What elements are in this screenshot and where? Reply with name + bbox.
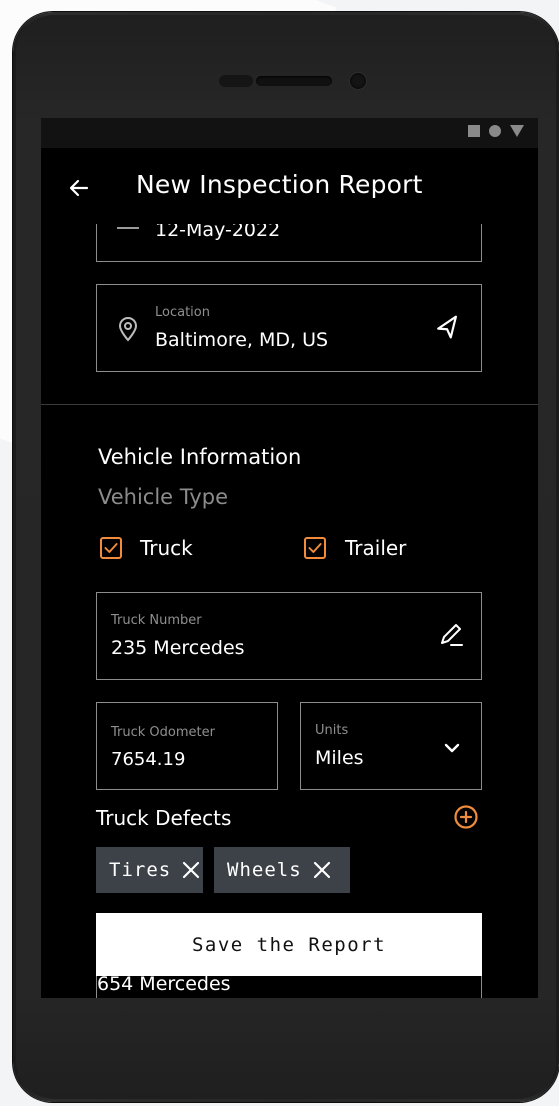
odometer-value: 7654.19	[111, 749, 186, 770]
save-report-button[interactable]: Save the Report	[96, 913, 482, 976]
defect-chip-label: Tires	[109, 859, 172, 881]
defect-chip[interactable]: Tires	[96, 847, 203, 893]
recent-apps-icon	[468, 125, 480, 137]
defect-chip-label: Wheels	[227, 859, 302, 881]
location-label: Location	[155, 305, 210, 320]
location-field[interactable]: Location Baltimore, MD, US	[96, 284, 482, 372]
page-title: New Inspection Report	[136, 170, 423, 199]
back-nav-icon	[510, 125, 524, 137]
defect-chip[interactable]: Wheels	[214, 847, 350, 893]
truck-number-field[interactable]: Truck Number 235 Mercedes	[96, 592, 482, 680]
chevron-down-icon	[444, 743, 460, 753]
odometer-label: Truck Odometer	[111, 725, 215, 740]
location-value: Baltimore, MD, US	[155, 329, 329, 351]
odometer-field[interactable]: Truck Odometer 7654.19	[96, 702, 278, 790]
vehicle-info-heading: Vehicle Information	[98, 445, 302, 469]
units-select[interactable]: Units Miles	[300, 702, 482, 790]
plus-circle-icon[interactable]	[453, 804, 479, 830]
phone-camera	[350, 73, 366, 89]
app-screen: 12-May-2022 New Inspection Report Locati…	[41, 118, 538, 998]
phone-speaker	[256, 76, 332, 86]
close-icon[interactable]	[312, 860, 332, 880]
section-divider	[41, 404, 538, 405]
home-icon	[489, 125, 501, 137]
checkmark-icon	[104, 543, 118, 553]
truck-checkbox[interactable]	[100, 537, 122, 559]
units-value: Miles	[315, 747, 364, 769]
trailer-checkbox[interactable]	[304, 537, 326, 559]
back-arrow-icon[interactable]	[67, 176, 91, 200]
navigation-icon[interactable]	[435, 315, 461, 341]
location-pin-icon	[118, 317, 138, 342]
checkmark-icon	[308, 543, 322, 553]
truck-number-label: Truck Number	[111, 613, 202, 628]
truck-defects-heading: Truck Defects	[96, 806, 232, 830]
trailer-checkbox-label[interactable]: Trailer	[345, 536, 406, 560]
truck-number-value: 235 Mercedes	[111, 637, 245, 659]
next-truck-value: 654 Mercedes	[97, 973, 231, 995]
phone-sensor	[219, 75, 253, 87]
truck-checkbox-label[interactable]: Truck	[140, 536, 193, 560]
close-icon[interactable]	[181, 860, 201, 880]
app-bar: New Inspection Report	[41, 148, 538, 224]
units-label: Units	[315, 723, 349, 738]
edit-pencil-icon[interactable]	[437, 621, 465, 649]
status-bar	[41, 118, 538, 148]
vehicle-type-label: Vehicle Type	[98, 485, 229, 509]
